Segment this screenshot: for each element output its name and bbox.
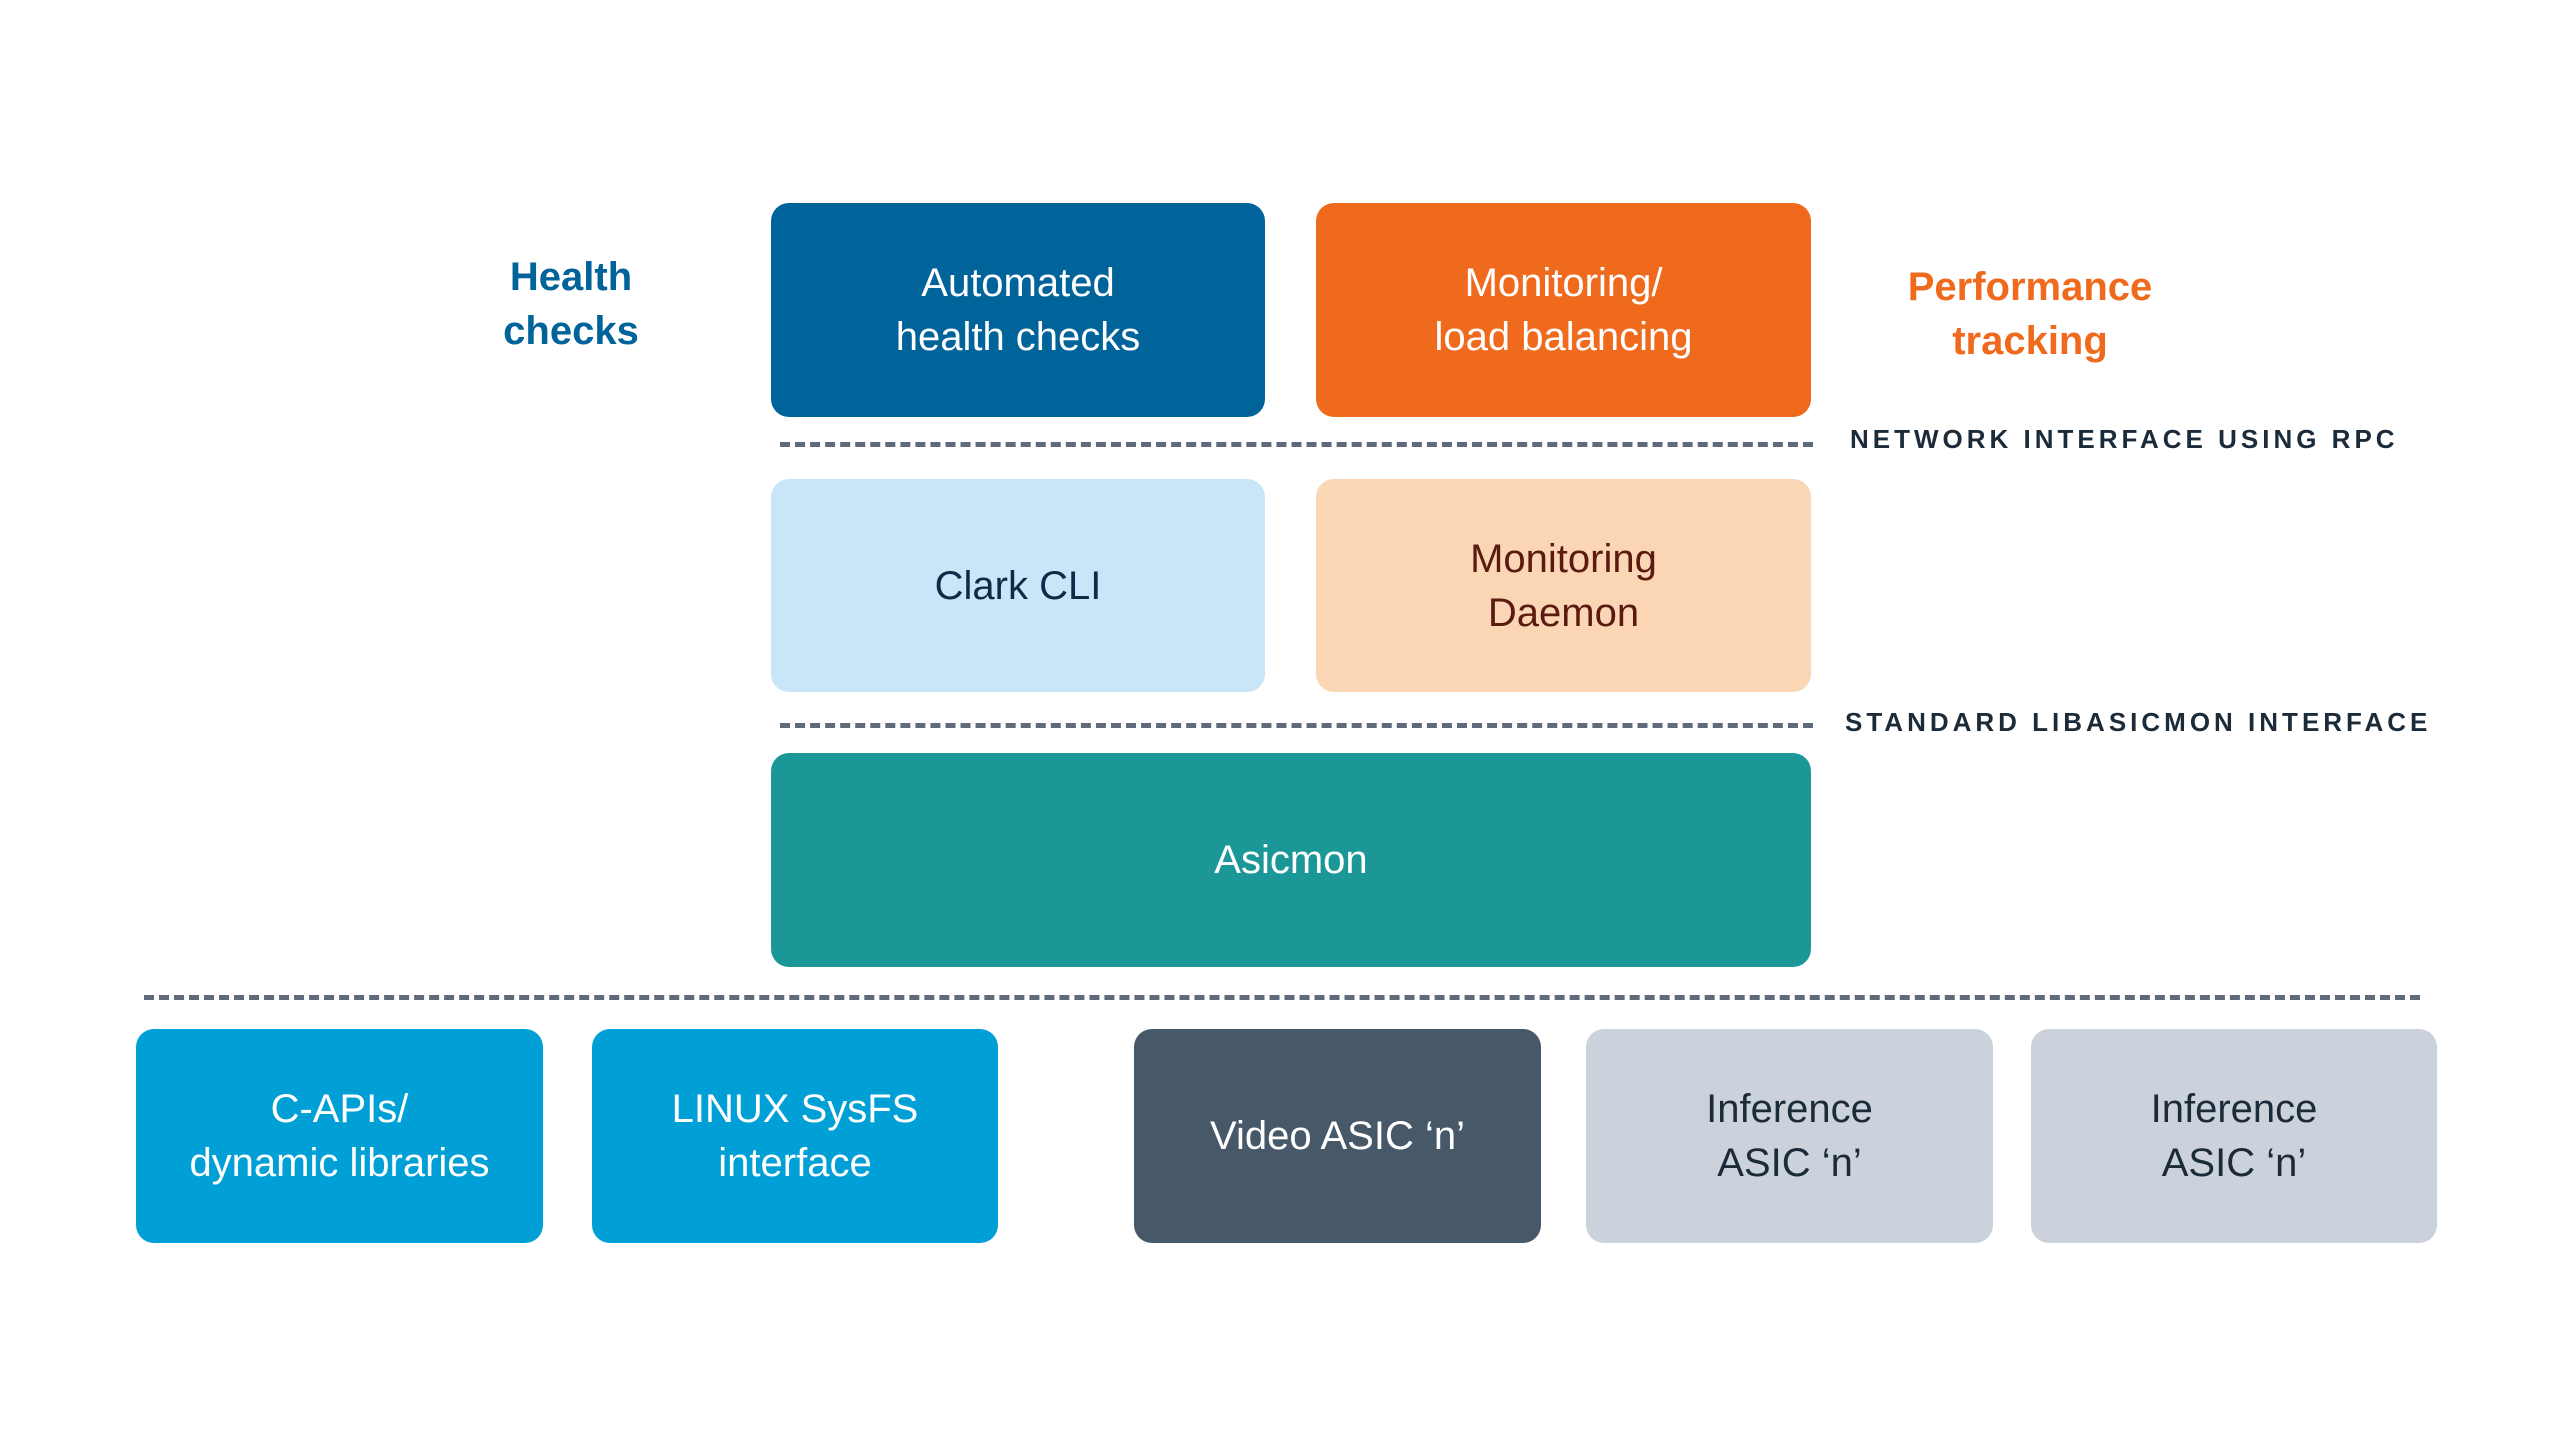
network-interface-label: NETWORK INTERFACE USING RPC xyxy=(1850,424,2399,454)
performance-tracking-label: Performance tracking xyxy=(1907,265,2153,363)
inference-asic-box-2: Inference ASIC ‘n’ xyxy=(2031,1029,2437,1243)
c-apis-box: C-APIs/ dynamic libraries xyxy=(136,1029,543,1243)
linux-sysfs-box: LINUX SysFS interface xyxy=(592,1029,998,1243)
asicmon-box: Asicmon xyxy=(771,753,1811,967)
standard-interface-label: STANDARD LIBASICMON INTERFACE xyxy=(1845,707,2432,737)
inference-asic-box-1: Inference ASIC ‘n’ xyxy=(1586,1029,1993,1243)
clark-cli-box: Clark CLI xyxy=(771,479,1265,692)
health-checks-label: Health checks xyxy=(503,255,639,353)
monitoring-load-balancing-box: Monitoring/ load balancing xyxy=(1316,203,1811,417)
video-asic-box: Video ASIC ‘n’ xyxy=(1134,1029,1541,1243)
standard-interface-divider xyxy=(780,723,1813,728)
automated-health-checks-box: Automated health checks xyxy=(771,203,1265,417)
network-interface-divider xyxy=(780,442,1813,447)
monitoring-daemon-box: Monitoring Daemon xyxy=(1316,479,1811,692)
hardware-divider xyxy=(144,995,2420,1000)
